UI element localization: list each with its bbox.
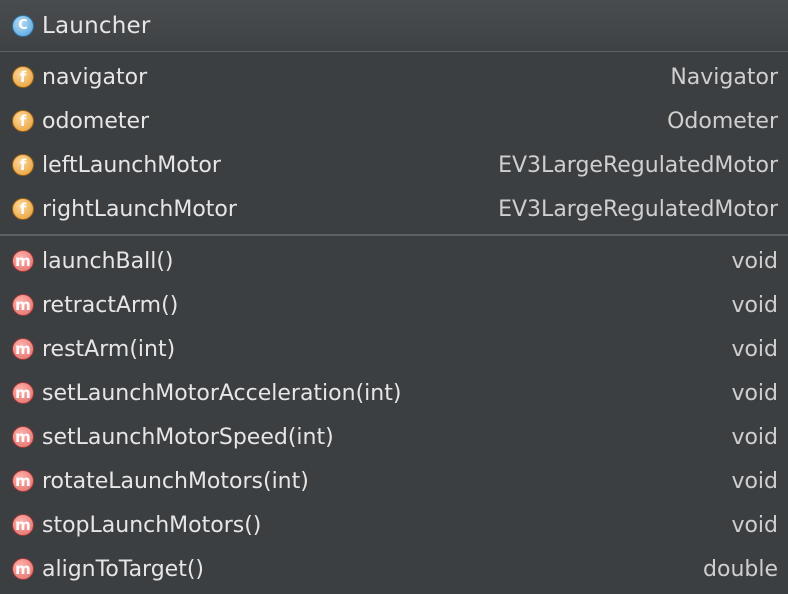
method-row-launch-ball[interactable]: m launchBall() void: [0, 239, 788, 283]
fields-section: f navigator Navigator f odometer Odomete…: [0, 52, 788, 236]
field-name: navigator: [42, 64, 148, 90]
method-row-rest-arm[interactable]: m restArm(int) void: [0, 327, 788, 371]
method-name: rotateLaunchMotors(int): [42, 468, 309, 494]
method-return-type: void: [731, 512, 778, 538]
field-type: Odometer: [667, 108, 778, 134]
method-return-type: void: [731, 424, 778, 450]
class-name: Launcher: [42, 12, 151, 39]
field-row-right-launch-motor[interactable]: f rightLaunchMotor EV3LargeRegulatedMoto…: [0, 187, 788, 231]
field-name: rightLaunchMotor: [42, 196, 237, 222]
method-icon: m: [12, 558, 34, 580]
method-row-align-to-target[interactable]: m alignToTarget() double: [0, 547, 788, 591]
method-name: setLaunchMotorAcceleration(int): [42, 380, 402, 406]
method-name: retractArm(): [42, 292, 179, 318]
method-return-type: void: [731, 292, 778, 318]
field-icon: f: [12, 154, 34, 176]
method-return-type: void: [731, 380, 778, 406]
field-row-navigator[interactable]: f navigator Navigator: [0, 55, 788, 99]
method-icon: m: [12, 426, 34, 448]
method-icon: m: [12, 382, 34, 404]
method-icon: m: [12, 470, 34, 492]
method-name: setLaunchMotorSpeed(int): [42, 424, 334, 450]
method-name: stopLaunchMotors(): [42, 512, 262, 538]
method-icon: m: [12, 338, 34, 360]
method-row-rotate-launch-motors[interactable]: m rotateLaunchMotors(int) void: [0, 459, 788, 503]
method-icon: m: [12, 514, 34, 536]
method-return-type: void: [731, 248, 778, 274]
method-return-type: void: [731, 468, 778, 494]
field-type: EV3LargeRegulatedMotor: [498, 152, 778, 178]
method-row-stop-launch-motors[interactable]: m stopLaunchMotors() void: [0, 503, 788, 547]
field-icon: f: [12, 198, 34, 220]
field-type: Navigator: [670, 64, 778, 90]
method-name: alignToTarget(): [42, 556, 205, 582]
field-type: EV3LargeRegulatedMotor: [498, 196, 778, 222]
method-return-type: double: [703, 556, 778, 582]
field-icon: f: [12, 110, 34, 132]
method-row-retract-arm[interactable]: m retractArm() void: [0, 283, 788, 327]
method-icon: m: [12, 294, 34, 316]
method-icon: m: [12, 250, 34, 272]
class-header[interactable]: C Launcher: [0, 0, 788, 52]
field-name: leftLaunchMotor: [42, 152, 221, 178]
method-return-type: void: [731, 336, 778, 362]
field-icon: f: [12, 66, 34, 88]
class-icon: C: [12, 14, 34, 37]
method-name: restArm(int): [42, 336, 176, 362]
method-name: launchBall(): [42, 248, 174, 274]
field-row-odometer[interactable]: f odometer Odometer: [0, 99, 788, 143]
method-row-set-launch-motor-acceleration[interactable]: m setLaunchMotorAcceleration(int) void: [0, 371, 788, 415]
field-name: odometer: [42, 108, 150, 134]
methods-section: m launchBall() void m retractArm() void …: [0, 236, 788, 594]
class-structure-panel: C Launcher f navigator Navigator f odome…: [0, 0, 788, 584]
method-row-set-launch-motor-speed[interactable]: m setLaunchMotorSpeed(int) void: [0, 415, 788, 459]
field-row-left-launch-motor[interactable]: f leftLaunchMotor EV3LargeRegulatedMotor: [0, 143, 788, 187]
